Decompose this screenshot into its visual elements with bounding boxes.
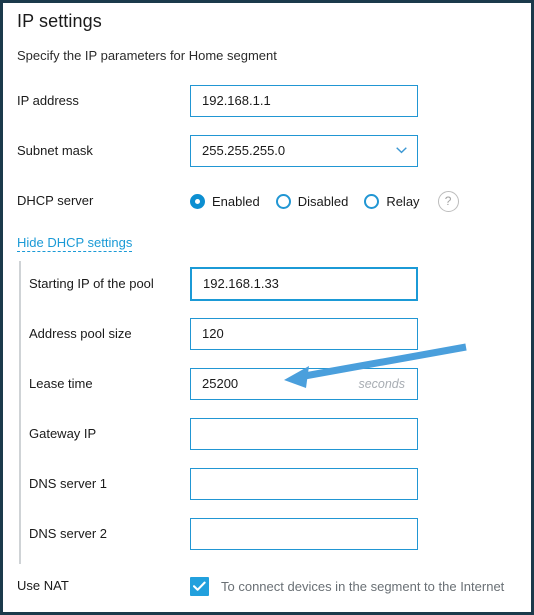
use-nat-description: To connect devices in the segment to the… [221,578,505,594]
ip-settings-screen: IP settings Specify the IP parameters fo… [0,0,534,615]
label-dns-server-2: DNS server 2 [29,526,108,541]
checkmark-icon [193,581,206,591]
row-use-nat: Use NAT To connect devices in the segmen… [3,564,531,608]
row-gateway-ip: Gateway IP [3,409,531,459]
chevron-down-icon [396,147,407,154]
label-pool-size: Address pool size [29,326,132,341]
dns-server-2-value [202,519,387,549]
label-lease-time: Lease time [29,376,93,391]
row-subnet-mask: Subnet mask 255.255.255.0 [3,126,531,176]
row-dhcp-server: DHCP server Enabled Disabled Relay ? [3,176,531,226]
subnet-mask-value: 255.255.255.0 [202,143,286,158]
dns-server-1-value [202,469,387,499]
starting-ip-input[interactable]: 192.168.1.33 [190,267,418,301]
row-lease-time: Lease time 25200 seconds [3,359,531,409]
page-title: IP settings [17,11,102,31]
use-nat-checkbox[interactable] [190,576,209,596]
pool-size-input[interactable]: 120 [190,318,418,350]
hide-dhcp-settings-link[interactable]: Hide DHCP settings [17,235,133,252]
lease-time-unit: seconds [358,377,405,391]
radio-disabled-mark [275,193,291,209]
subnet-mask-select[interactable]: 255.255.255.0 [190,135,418,167]
ip-settings-panel: IP settings Specify the IP parameters fo… [3,3,531,612]
label-ip-address: IP address [17,93,79,108]
ip-address-input[interactable]: 192.168.1.1 [190,85,418,117]
radio-relay-mark [364,193,380,209]
ip-address-value: 192.168.1.1 [202,93,271,108]
radio-enabled-label: Enabled [212,193,260,209]
help-icon[interactable]: ? [437,190,459,212]
pool-size-value: 120 [202,326,224,341]
use-nat-checkbox-wrapper[interactable]: To connect devices in the segment to the… [190,564,504,608]
row-dns-server-2: DNS server 2 [3,509,531,559]
gateway-ip-value [202,419,387,449]
row-starting-ip: Starting IP of the pool 192.168.1.33 [3,259,531,309]
row-pool-size: Address pool size 120 [3,309,531,359]
gateway-ip-input[interactable] [190,418,418,450]
row-dns-server-1: DNS server 1 [3,459,531,509]
radio-dhcp-relay[interactable]: Relay [364,193,420,209]
dhcp-server-radio-group: Enabled Disabled Relay ? [190,176,459,226]
dns-server-1-input[interactable] [190,468,418,500]
label-gateway-ip: Gateway IP [29,426,97,441]
radio-enabled-mark [190,193,205,209]
radio-dhcp-disabled[interactable]: Disabled [275,193,349,209]
radio-disabled-label: Disabled [297,193,349,209]
label-starting-ip: Starting IP of the pool [29,276,154,291]
page-subtitle: Specify the IP parameters for Home segme… [17,48,277,63]
radio-relay-label: Relay [386,193,420,209]
label-use-nat: Use NAT [17,578,69,593]
row-ip-address: IP address 192.168.1.1 [3,76,531,126]
starting-ip-value: 192.168.1.33 [203,276,279,291]
label-dns-server-1: DNS server 1 [29,476,108,491]
lease-time-input[interactable]: 25200 seconds [190,368,418,400]
radio-dhcp-enabled[interactable]: Enabled [190,193,260,209]
dns-server-2-input[interactable] [190,518,418,550]
label-dhcp-server: DHCP server [17,193,94,208]
label-subnet-mask: Subnet mask [17,143,93,158]
